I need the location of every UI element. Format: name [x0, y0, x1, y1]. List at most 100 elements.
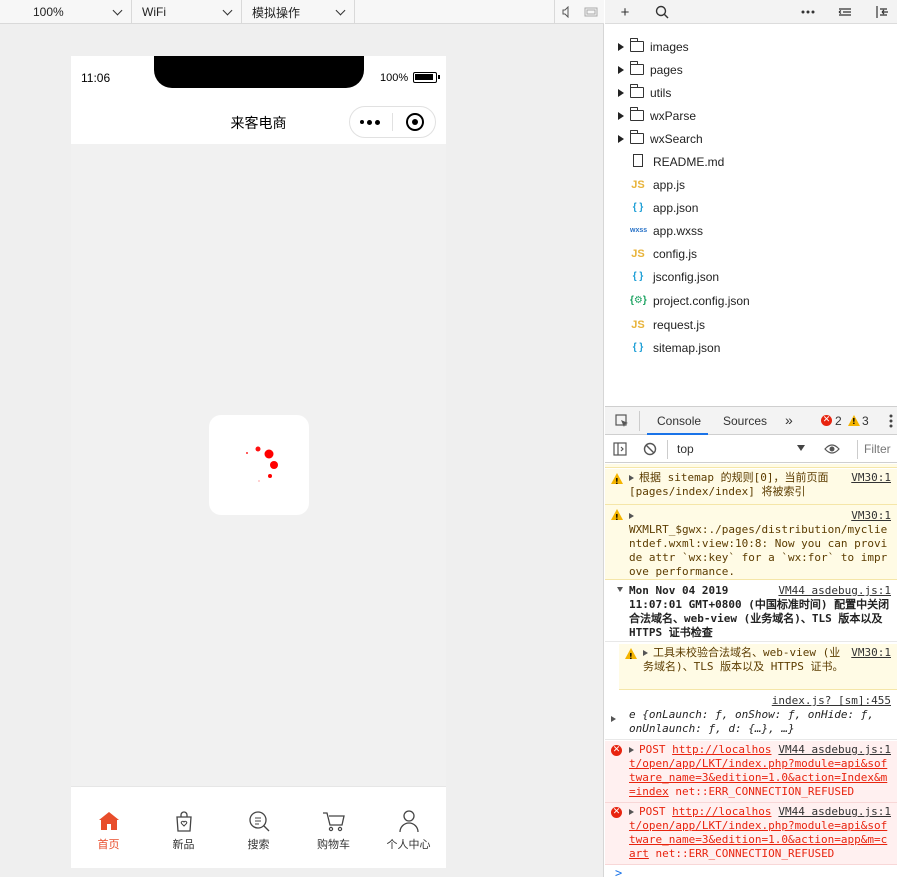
- log-entry-warning[interactable]: VM30:1 根据 sitemap 的规则[0]，当前页面 [pages/ind…: [605, 469, 897, 505]
- window-icon[interactable]: [584, 6, 598, 18]
- js-file-icon: JS: [631, 318, 645, 331]
- chevron-right-icon: [618, 88, 624, 97]
- bag-icon: [175, 811, 192, 832]
- folder-label: wxParse: [650, 108, 697, 123]
- tab-console[interactable]: Console: [657, 414, 701, 428]
- home-icon: [98, 812, 119, 830]
- folder-icon: [629, 38, 644, 52]
- folder-pages[interactable]: pages: [605, 58, 897, 81]
- file-label: jsconfig.json: [653, 269, 720, 284]
- file-jsconfig-json[interactable]: { } jsconfig.json: [605, 265, 897, 288]
- network-select[interactable]: WiFi: [132, 0, 242, 24]
- kebab-menu-icon[interactable]: [889, 414, 893, 428]
- expand-icon[interactable]: [629, 475, 634, 481]
- request-method: POST: [639, 805, 666, 818]
- add-icon[interactable]: +: [615, 2, 635, 22]
- more-button[interactable]: [350, 107, 390, 137]
- devtools-panel: Console Sources » ✕ 2 3 top Filter VM30:…: [605, 406, 897, 877]
- log-entry-error[interactable]: ✕ VM44 asdebug.js:1 POST http://localhos…: [605, 803, 897, 865]
- network-value: WiFi: [142, 5, 166, 19]
- wxss-file-icon: wxss: [630, 227, 648, 234]
- clear-console-icon[interactable]: [643, 442, 657, 456]
- expand-icon[interactable]: [629, 809, 634, 815]
- tab-search[interactable]: 搜索: [221, 787, 296, 868]
- log-entry-error[interactable]: ✕ VM44 asdebug.js:1 POST http://localhos…: [605, 741, 897, 803]
- loading-spinner-icon: [246, 446, 278, 482]
- error-count[interactable]: 2: [835, 414, 842, 428]
- document-icon: [630, 153, 646, 170]
- expand-icon[interactable]: [643, 650, 648, 656]
- log-entry-warning[interactable]: VM30:1 WXMLRT_$gwx:./pages/distribution/…: [605, 505, 897, 580]
- log-source-link[interactable]: VM30:1: [851, 646, 891, 660]
- inspect-element-icon[interactable]: [615, 414, 629, 428]
- tab-home[interactable]: 首页: [71, 787, 146, 868]
- folder-images[interactable]: images: [605, 35, 897, 58]
- expand-icon[interactable]: [629, 747, 634, 753]
- cart-icon: [322, 812, 345, 832]
- collapse-icon[interactable]: [617, 587, 623, 592]
- folder-label: images: [650, 39, 689, 54]
- phone-screen: 11:06 100% 来客电商 首页 新品 搜索 购物车 个人中心: [71, 56, 446, 868]
- chevron-right-icon: [618, 42, 624, 51]
- json-file-icon: { }: [632, 342, 644, 353]
- expand-icon[interactable]: [611, 716, 616, 722]
- zoom-select[interactable]: 100%: [0, 0, 132, 24]
- menu-capsule: [349, 106, 436, 138]
- speaker-icon[interactable]: [561, 6, 573, 18]
- log-source-link[interactable]: VM44 asdebug.js:1: [778, 584, 891, 598]
- file-readme[interactable]: README.md: [605, 150, 897, 173]
- collapse-icon[interactable]: [835, 2, 855, 22]
- log-text: 根据 sitemap 的规则[0]，当前页面 [pages/index/inde…: [629, 471, 829, 498]
- filter-input[interactable]: Filter: [857, 440, 897, 459]
- file-project-config-json[interactable]: {⚙} project.config.json: [605, 289, 897, 312]
- file-app-json[interactable]: { } app.json: [605, 196, 897, 219]
- expand-icon[interactable]: [629, 513, 634, 519]
- log-source-link[interactable]: VM30:1: [851, 471, 891, 485]
- tab-sources[interactable]: Sources: [723, 414, 767, 428]
- tab-profile[interactable]: 个人中心: [371, 787, 446, 868]
- file-config-js[interactable]: JS config.js: [605, 242, 897, 265]
- eye-icon[interactable]: [824, 443, 840, 455]
- log-source-link[interactable]: VM44 asdebug.js:1: [778, 805, 891, 819]
- file-app-js[interactable]: JS app.js: [605, 173, 897, 196]
- tab-cart[interactable]: 购物车: [296, 787, 371, 868]
- operation-select[interactable]: 模拟操作: [242, 0, 355, 24]
- js-file-icon: JS: [631, 247, 645, 260]
- warning-icon: [625, 648, 637, 664]
- log-group[interactable]: VM44 asdebug.js:1 Mon Nov 04 2019 11:07:…: [605, 582, 897, 642]
- folder-icon: [629, 130, 644, 144]
- search-icon: [248, 811, 269, 832]
- warning-count[interactable]: 3: [862, 414, 869, 428]
- folder-wxparse[interactable]: wxParse: [605, 104, 897, 127]
- warning-icon: [848, 415, 860, 426]
- file-sitemap-json[interactable]: { } sitemap.json: [605, 336, 897, 359]
- file-app-wxss[interactable]: wxss app.wxss: [605, 219, 897, 242]
- request-method: POST: [639, 743, 666, 756]
- log-source-link[interactable]: VM44 asdebug.js:1: [778, 743, 891, 757]
- log-entry-warning[interactable]: VM30:1 工具未校验合法域名、web-view (业务域名)、TLS 版本以…: [619, 644, 897, 690]
- file-request-js[interactable]: JS request.js: [605, 313, 897, 336]
- tab-label: 搜索: [247, 839, 270, 851]
- more-icon[interactable]: [798, 2, 818, 22]
- console-prompt[interactable]: >: [615, 866, 622, 877]
- log-source-link[interactable]: index.js? [sm]:455: [629, 694, 891, 708]
- console-log: VM30:1 根据 sitemap 的规则[0]，当前页面 [pages/ind…: [605, 464, 897, 877]
- folder-wxsearch[interactable]: wxSearch: [605, 127, 897, 150]
- file-label: app.json: [653, 200, 699, 215]
- caret-down-icon: [797, 445, 805, 451]
- log-source-link[interactable]: VM30:1: [851, 509, 891, 523]
- file-label: request.js: [653, 317, 706, 332]
- tab-new[interactable]: 新品: [146, 787, 221, 868]
- close-miniprogram-button[interactable]: [395, 107, 435, 137]
- zoom-value: 100%: [33, 5, 64, 19]
- more-tabs-button[interactable]: »: [785, 412, 793, 428]
- sidebar-toggle-icon[interactable]: [613, 442, 627, 456]
- log-entry-info[interactable]: index.js? [sm]:455 e {onLaunch: ƒ, onSho…: [605, 692, 897, 740]
- folder-utils[interactable]: utils: [605, 81, 897, 104]
- context-select[interactable]: top: [677, 442, 694, 456]
- split-panel-icon[interactable]: [872, 2, 892, 22]
- search-icon[interactable]: [652, 2, 672, 22]
- battery-icon: [413, 72, 440, 83]
- chevron-down-icon: [335, 5, 346, 15]
- error-icon: ✕: [821, 415, 832, 426]
